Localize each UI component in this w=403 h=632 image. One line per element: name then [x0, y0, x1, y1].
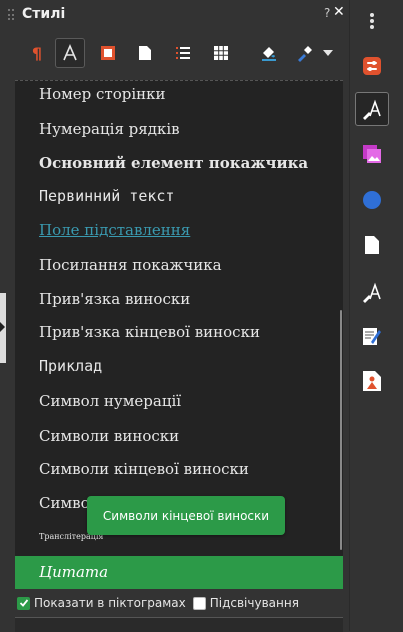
list-item[interactable]: Нумерація рядків — [39, 120, 180, 138]
paragraph-styles-icon: ¶ — [31, 43, 43, 63]
list-item[interactable]: Символ нумерації — [39, 392, 181, 410]
properties-icon — [363, 57, 381, 75]
list-item[interactable]: Символи кінцевої виноски — [39, 460, 249, 478]
design-icon — [363, 371, 381, 391]
list-item[interactable]: Символи виноски — [39, 427, 179, 445]
new-style-from-selection-button[interactable] — [290, 38, 320, 68]
new-style-from-selection-icon — [298, 46, 312, 62]
sidebar-deck — [349, 0, 403, 631]
frame-styles-icon — [101, 46, 115, 60]
styles-actions-dropdown-icon — [323, 50, 333, 56]
fill-format-mode-icon — [262, 47, 276, 61]
spotlight-checkbox[interactable] — [192, 596, 206, 610]
style-filter-dropdown[interactable] — [15, 617, 343, 632]
list-styles-button[interactable] — [168, 38, 198, 68]
panel-titlebar: Стилі ? ✕ — [0, 0, 349, 30]
checkmark-icon — [19, 599, 28, 607]
styles-actions-dropdown[interactable] — [318, 38, 338, 68]
character-styles-button[interactable] — [55, 38, 85, 68]
deck-page-button[interactable] — [359, 232, 385, 258]
panel-title: Стилі — [22, 6, 66, 22]
deck-navigator-button[interactable] — [359, 187, 385, 213]
deck-properties-button[interactable] — [359, 53, 385, 79]
list-item[interactable]: Поле підставлення — [39, 221, 190, 239]
list-item[interactable]: Приклад — [39, 357, 102, 375]
page-styles-icon — [139, 46, 151, 60]
drag-grip-icon[interactable] — [8, 9, 14, 21]
list-item-label: Цитата — [39, 563, 109, 581]
list-item[interactable]: Номер сторінки — [39, 85, 166, 103]
list-item[interactable]: Прив'язка виноски — [39, 290, 190, 308]
list-item-selected[interactable]: Цитата — [15, 556, 343, 589]
page-icon — [365, 236, 379, 254]
list-item[interactable]: Основний елемент покажчика — [39, 154, 308, 172]
fill-format-mode-button[interactable] — [254, 38, 284, 68]
list-item[interactable]: Первинний текст — [39, 187, 174, 205]
deck-design-button[interactable] — [359, 368, 385, 394]
footer-options: Показати в піктограмах Підсвічування — [17, 594, 299, 612]
table-styles-icon — [214, 46, 228, 60]
list-scrollbar[interactable] — [340, 310, 342, 550]
list-item[interactable]: Прив'язка кінцевої виноски — [39, 323, 260, 341]
list-styles-icon — [176, 47, 190, 59]
collapse-arrow-icon — [0, 322, 5, 332]
styles-icon — [363, 99, 381, 120]
deck-styles-button[interactable] — [355, 92, 389, 126]
gallery-icon — [363, 145, 381, 163]
help-button[interactable]: ? — [324, 6, 330, 20]
deck-gallery-button[interactable] — [359, 141, 385, 167]
show-previews-checkbox[interactable] — [17, 596, 30, 610]
style-inspector-icon — [363, 282, 381, 303]
manage-changes-icon — [363, 328, 381, 345]
style-tooltip: Символи кінцевої виноски — [87, 496, 285, 535]
menu-icon — [370, 13, 374, 29]
close-button[interactable]: ✕ — [333, 4, 345, 20]
deck-style-inspector-button[interactable] — [359, 279, 385, 305]
navigator-icon — [363, 191, 381, 209]
page-styles-button[interactable] — [130, 38, 160, 68]
character-styles-icon — [63, 43, 77, 61]
show-previews-label: Показати в піктограмах — [34, 596, 186, 610]
paragraph-styles-button[interactable]: ¶ — [22, 38, 52, 68]
styles-panel: Стилі ? ✕ ¶ Номер сторінки Нумерація ряд… — [0, 0, 349, 632]
sidebar-menu-button[interactable] — [359, 8, 385, 34]
spotlight-label: Підсвічування — [209, 596, 299, 610]
deck-manage-changes-button[interactable] — [359, 323, 385, 349]
table-styles-button[interactable] — [206, 38, 236, 68]
styles-toolbar: ¶ — [22, 38, 342, 68]
list-item[interactable]: Посилання покажчика — [39, 256, 222, 274]
frame-styles-button[interactable] — [93, 38, 123, 68]
